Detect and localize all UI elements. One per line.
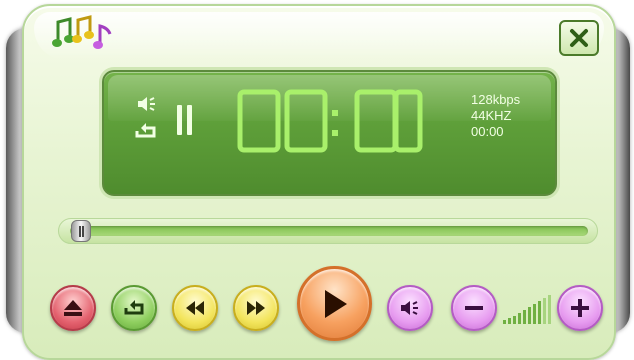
repeat-button[interactable] (111, 285, 157, 331)
plus-icon (571, 299, 589, 317)
music-notes-icon (52, 15, 112, 49)
fast-forward-icon (247, 301, 265, 315)
mute-button[interactable] (387, 285, 433, 331)
bitrate-label: 128kbps (471, 92, 521, 107)
speaker-icon (138, 97, 155, 111)
rewind-icon (186, 301, 204, 315)
play-icon (324, 289, 347, 318)
eject-icon (64, 300, 82, 316)
repeat-indicator-icon (135, 123, 156, 138)
volume-level-meter[interactable] (502, 292, 552, 326)
track-info: 128kbps 44KHZ 00:00 (471, 92, 520, 140)
repeat-icon (124, 300, 144, 315)
eject-button[interactable] (50, 285, 96, 331)
sample-rate-label: 44KHZ (471, 108, 512, 123)
pause-icon (177, 105, 192, 135)
speaker-icon (401, 301, 418, 315)
play-button[interactable] (297, 266, 372, 341)
time-display (237, 89, 423, 153)
close-icon (570, 29, 588, 47)
seek-handle[interactable] (71, 220, 91, 242)
seek-groove[interactable] (70, 226, 588, 236)
duration-label: 00:00 (471, 124, 504, 139)
close-button[interactable] (559, 20, 599, 56)
minus-icon (465, 306, 483, 310)
volume-up-button[interactable] (557, 285, 603, 331)
volume-down-button[interactable] (451, 285, 497, 331)
rewind-button[interactable] (172, 285, 218, 331)
fast-forward-button[interactable] (233, 285, 279, 331)
